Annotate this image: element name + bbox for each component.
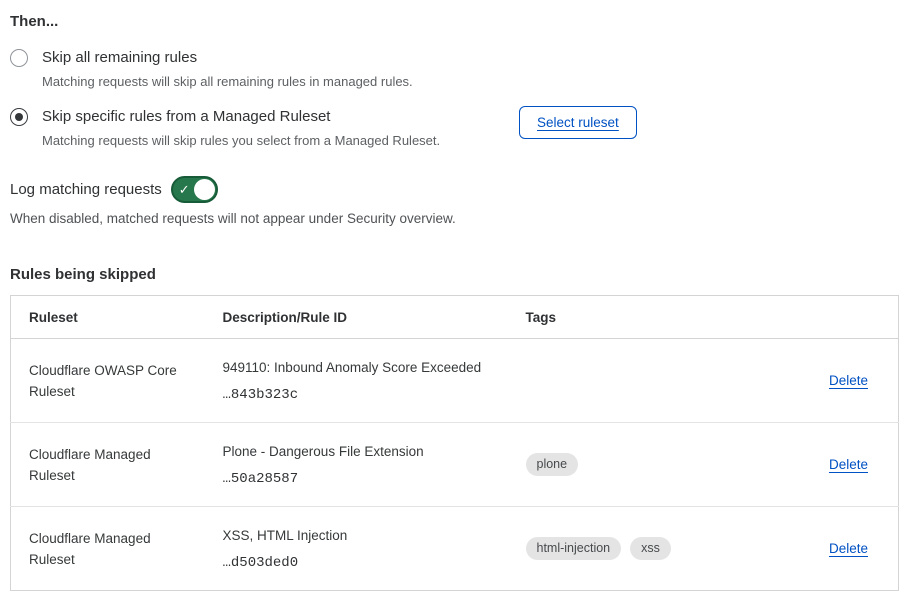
then-heading: Then... — [10, 13, 899, 30]
option-text: Skip all remaining rules Matching reques… — [42, 47, 413, 91]
rules-skipped-heading: Rules being skipped — [10, 266, 899, 283]
select-ruleset-button-label: Select ruleset — [537, 115, 619, 130]
option-text: Skip specific rules from a Managed Rules… — [42, 106, 440, 150]
rule-config-panel: Then... Skip all remaining rules Matchin… — [0, 0, 911, 591]
ruleset-name: Cloudflare OWASP Core Ruleset — [29, 360, 189, 402]
rule-id: …d503ded0 — [223, 555, 508, 571]
log-requests-description: When disabled, matched requests will not… — [10, 211, 899, 226]
option-label[interactable]: Skip specific rules from a Managed Rules… — [42, 106, 440, 128]
table-row: Cloudflare Managed Ruleset Plone - Dange… — [11, 423, 899, 507]
log-matching-requests-row: Log matching requests ✓ — [10, 176, 899, 203]
rule-id: …843b323c — [223, 387, 508, 403]
check-icon: ✓ — [179, 183, 190, 196]
table-row: Cloudflare Managed Ruleset XSS, HTML Inj… — [11, 507, 899, 591]
tag-badge: html-injection — [526, 537, 622, 560]
option-skip-all-rules: Skip all remaining rules Matching reques… — [10, 47, 899, 91]
log-requests-toggle[interactable]: ✓ — [171, 176, 218, 203]
option-label[interactable]: Skip all remaining rules — [42, 47, 413, 69]
column-header-actions — [748, 296, 899, 339]
column-header-tags: Tags — [508, 296, 748, 339]
action-radio-group: Skip all remaining rules Matching reques… — [10, 47, 899, 150]
table-row: Cloudflare OWASP Core Ruleset 949110: In… — [11, 339, 899, 423]
tag-badge: plone — [526, 453, 579, 476]
select-ruleset-button[interactable]: Select ruleset — [519, 106, 637, 139]
delete-link[interactable]: Delete — [829, 541, 868, 556]
column-header-ruleset: Ruleset — [11, 296, 205, 339]
log-matching-requests-label: Log matching requests — [10, 181, 162, 198]
ruleset-name: Cloudflare Managed Ruleset — [29, 528, 189, 570]
ruleset-name: Cloudflare Managed Ruleset — [29, 444, 189, 486]
rules-skipped-table: Ruleset Description/Rule ID Tags Cloudfl… — [10, 295, 899, 591]
tags-cell: html-injection xss — [526, 537, 748, 560]
rule-description: XSS, HTML Injection — [223, 527, 508, 544]
rule-description: 949110: Inbound Anomaly Score Exceeded — [223, 359, 508, 376]
column-header-description: Description/Rule ID — [205, 296, 508, 339]
option-description: Matching requests will skip rules you se… — [42, 131, 440, 150]
rules-table-body: Cloudflare OWASP Core Ruleset 949110: In… — [11, 339, 899, 591]
delete-link[interactable]: Delete — [829, 373, 868, 388]
radio-skip-specific-rules[interactable] — [10, 108, 28, 126]
delete-link[interactable]: Delete — [829, 457, 868, 472]
tag-badge: xss — [630, 537, 671, 560]
option-skip-specific-rules: Skip specific rules from a Managed Rules… — [10, 106, 899, 150]
table-header: Ruleset Description/Rule ID Tags — [11, 296, 899, 339]
option-description: Matching requests will skip all remainin… — [42, 72, 413, 91]
rule-description: Plone - Dangerous File Extension — [223, 443, 508, 460]
tags-cell: plone — [526, 453, 748, 476]
radio-skip-all-rules[interactable] — [10, 49, 28, 67]
toggle-knob — [194, 179, 215, 200]
rule-id: …50a28587 — [223, 471, 508, 487]
